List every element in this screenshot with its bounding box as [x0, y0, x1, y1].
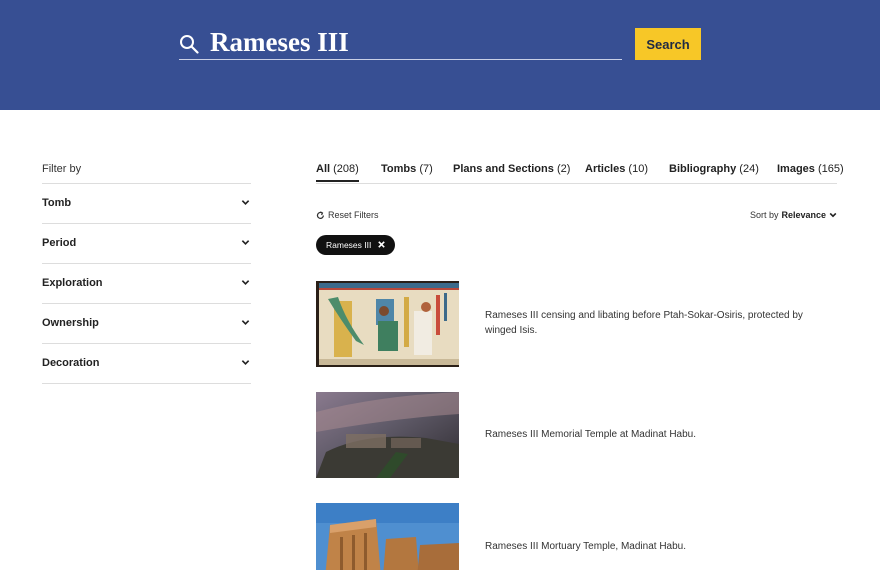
tab-tombs[interactable]: Tombs (7)	[381, 163, 433, 180]
tab-bibliography[interactable]: Bibliography (24)	[669, 163, 759, 180]
filter-list: Tomb Period Exploration Ownership Decora…	[42, 183, 251, 384]
tab-name: Images	[777, 163, 815, 175]
sort-value: Relevance	[781, 210, 826, 220]
result-thumbnail[interactable]	[316, 392, 459, 478]
filter-heading: Filter by	[42, 163, 82, 175]
result-caption[interactable]: Rameses III Memorial Temple at Madinat H…	[485, 427, 837, 442]
result-item[interactable]: Rameses III Mortuary Temple, Madinat Hab…	[316, 503, 837, 570]
chevron-down-icon	[241, 200, 250, 205]
chip-label: Rameses III	[326, 240, 372, 250]
tab-count: (7)	[419, 163, 433, 175]
filter-label: Exploration	[42, 277, 103, 289]
sort-prefix: Sort by	[749, 210, 779, 220]
sort-dropdown[interactable]: Sort by Relevance	[750, 210, 837, 220]
result-thumbnail[interactable]	[316, 503, 459, 570]
result-item[interactable]: Rameses III Memorial Temple at Madinat H…	[316, 392, 837, 478]
chevron-down-icon	[241, 320, 250, 325]
search-icon	[180, 35, 199, 54]
reset-filters-label: Reset Filters	[328, 210, 379, 220]
tab-count: (165)	[817, 163, 844, 175]
filter-exploration[interactable]: Exploration	[42, 264, 251, 304]
tab-name: All	[316, 163, 331, 175]
tab-name: Bibliography	[669, 163, 737, 175]
tab-plans-and-sections[interactable]: Plans and Sections (2)	[453, 163, 570, 180]
filter-tomb[interactable]: Tomb	[42, 184, 251, 224]
result-item[interactable]: Rameses III censing and libating before …	[316, 281, 837, 367]
filter-label: Tomb	[42, 197, 72, 209]
result-caption[interactable]: Rameses III censing and libating before …	[485, 308, 837, 338]
search-button[interactable]: Search	[635, 28, 701, 60]
header-bar: Search	[0, 0, 880, 110]
tab-count: (2)	[556, 163, 571, 175]
tab-images[interactable]: Images (165)	[777, 163, 844, 180]
filter-decoration[interactable]: Decoration	[42, 344, 251, 384]
result-tabs: All (208) Tombs (7) Plans and Sections (…	[316, 156, 844, 184]
result-caption[interactable]: Rameses III Mortuary Temple, Madinat Hab…	[485, 539, 837, 554]
chevron-down-icon	[829, 212, 837, 218]
close-icon[interactable]	[377, 240, 386, 249]
filter-label: Period	[42, 237, 77, 249]
reset-filters-button[interactable]: Reset Filters	[316, 210, 379, 220]
result-thumbnail[interactable]	[316, 281, 459, 367]
search-input[interactable]	[210, 26, 615, 58]
tab-count: (24)	[739, 163, 759, 175]
chevron-down-icon	[241, 360, 250, 365]
filter-label: Decoration	[42, 357, 100, 369]
tab-count: (10)	[628, 163, 648, 175]
search-bar	[179, 26, 622, 60]
refresh-icon	[316, 210, 325, 219]
filter-label: Ownership	[42, 317, 99, 329]
tab-all[interactable]: All (208)	[316, 163, 359, 182]
filter-period[interactable]: Period	[42, 224, 251, 264]
tab-articles[interactable]: Articles (10)	[585, 163, 648, 180]
chevron-down-icon	[241, 280, 250, 285]
chevron-down-icon	[241, 240, 250, 245]
active-filter-chip[interactable]: Rameses III	[316, 235, 395, 255]
tab-name: Articles	[585, 163, 626, 175]
tab-count: (208)	[333, 163, 359, 175]
filter-ownership[interactable]: Ownership	[42, 304, 251, 344]
tab-name: Tombs	[381, 163, 417, 175]
tab-name: Plans and Sections	[453, 163, 554, 175]
